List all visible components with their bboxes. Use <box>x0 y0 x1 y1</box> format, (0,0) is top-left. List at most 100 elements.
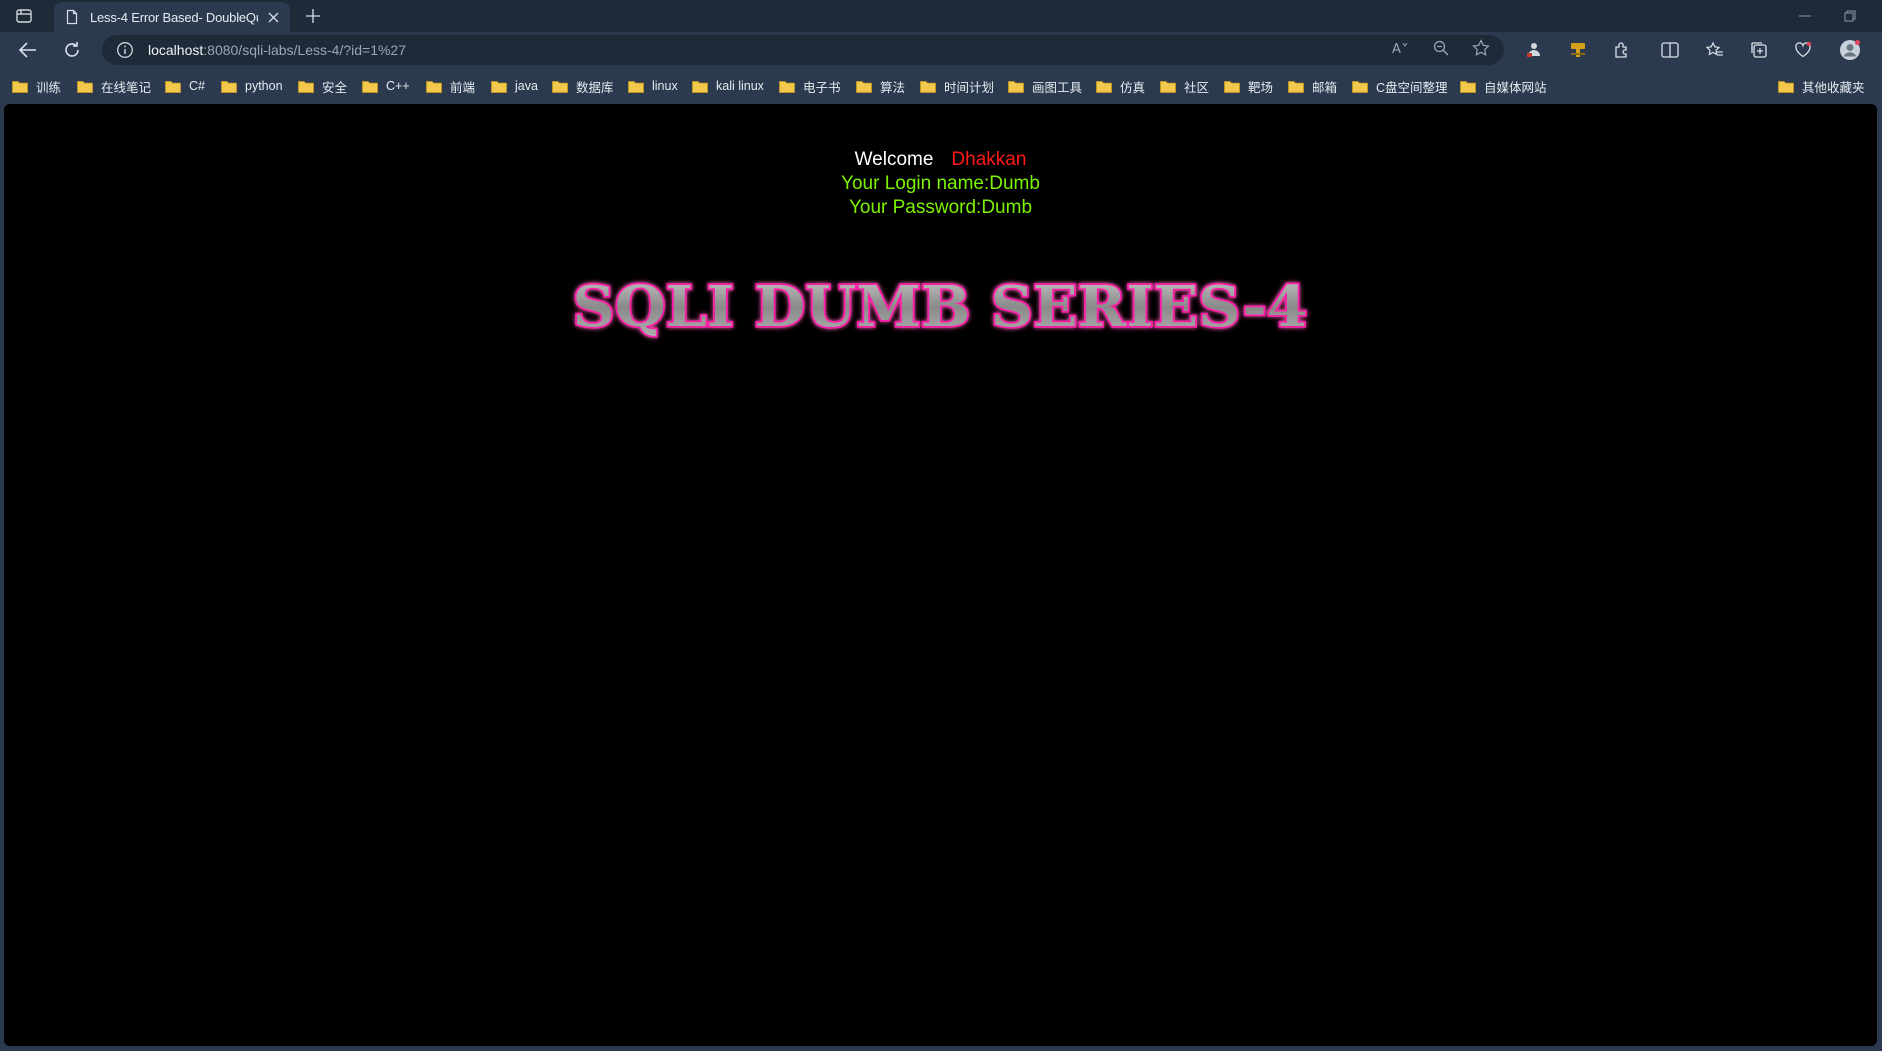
close-tab-icon[interactable] <box>264 8 282 26</box>
bookmark-label: 数据库 <box>576 80 614 95</box>
bookmark-label: 电子书 <box>803 80 841 95</box>
other-bookmarks-folder[interactable]: 其他收藏夹 <box>1778 76 1865 96</box>
favorites-icon[interactable] <box>1703 38 1727 62</box>
folder-icon <box>552 80 568 93</box>
minimize-icon[interactable] <box>1795 6 1815 26</box>
bookmark-folder[interactable]: 数据库 <box>552 76 614 96</box>
restore-icon[interactable] <box>1840 6 1860 26</box>
bookmark-label: 算法 <box>880 80 906 95</box>
folder-icon <box>1460 80 1476 93</box>
folder-icon <box>12 80 28 93</box>
bookmark-label: 邮箱 <box>1312 80 1338 95</box>
folder-icon <box>221 80 237 93</box>
tab-actions-icon[interactable] <box>14 7 34 25</box>
bookmark-folder[interactable]: 电子书 <box>779 76 841 96</box>
refresh-icon[interactable] <box>60 38 84 62</box>
bookmark-label: linux <box>652 79 678 93</box>
bookmark-folder[interactable]: 安全 <box>298 76 347 96</box>
bookmark-folder[interactable]: 训练 <box>12 76 61 96</box>
new-tab-icon[interactable] <box>302 5 324 27</box>
bookmark-label: 靶场 <box>1248 80 1274 95</box>
folder-icon <box>165 80 181 93</box>
bookmark-label: java <box>515 79 538 93</box>
folder-icon <box>1096 80 1112 93</box>
folder-icon <box>298 80 314 93</box>
bookmark-folder[interactable]: C盘空间整理 <box>1352 76 1448 96</box>
bookmark-folder[interactable]: 时间计划 <box>920 76 994 96</box>
bookmark-folder[interactable]: 自媒体网站 <box>1460 76 1547 96</box>
folder-icon <box>1778 80 1794 93</box>
zoom-icon[interactable] <box>1431 38 1451 58</box>
banner-text: SQLI DUMB SERIES-4 <box>573 274 1308 340</box>
folder-icon <box>856 80 872 93</box>
bookmark-label: 前端 <box>450 80 476 95</box>
bookmark-label: 其他收藏夹 <box>1802 80 1865 95</box>
bookmark-label: python <box>245 79 283 93</box>
extensions-icon[interactable] <box>1610 38 1634 62</box>
sqli-dumb-series-banner: SQLI DUMB SERIES-4 <box>571 272 1310 342</box>
bookmark-label: 画图工具 <box>1032 80 1083 95</box>
bookmark-folder[interactable]: kali linux <box>692 76 764 96</box>
browser-essentials-icon[interactable] <box>1791 38 1815 62</box>
page-content: Welcome Dhakkan Your Login name:Dumb Your… <box>4 148 1877 220</box>
url-path: :8080/sqli-labs/Less-4/?id=1%27 <box>203 42 407 58</box>
folder-icon <box>491 80 507 93</box>
folder-icon <box>779 80 795 93</box>
bookmark-label: 在线笔记 <box>101 80 152 95</box>
bookmark-label: 仿真 <box>1120 80 1146 95</box>
bookmark-label: 训练 <box>36 80 62 95</box>
folder-icon <box>1352 80 1368 93</box>
bookmarks-bar: 训练 在线笔记 C# python 安全 C++ 前端 java 数据库 lin… <box>0 70 1882 102</box>
bookmark-folder[interactable]: 仿真 <box>1096 76 1145 96</box>
browser-window: Less-4 Error Based- DoubleQuotes localho… <box>0 0 1882 1051</box>
bookmark-folder[interactable]: C++ <box>362 76 410 96</box>
folder-icon <box>1160 80 1176 93</box>
folder-icon <box>426 80 442 93</box>
folder-icon <box>628 80 644 93</box>
site-info-icon[interactable] <box>116 41 134 59</box>
bookmark-folder[interactable]: java <box>491 76 538 96</box>
welcome-line: Welcome Dhakkan <box>4 148 1877 172</box>
bookmark-label: 时间计划 <box>944 80 995 95</box>
folder-icon <box>1008 80 1024 93</box>
tab-title: Less-4 Error Based- DoubleQuotes <box>90 9 258 25</box>
bookmark-folder[interactable]: C# <box>165 76 205 96</box>
folder-icon <box>692 80 708 93</box>
username: Dhakkan <box>951 149 1027 170</box>
document-icon <box>64 9 80 25</box>
bookmark-folder[interactable]: 在线笔记 <box>77 76 151 96</box>
welcome-label: Welcome <box>854 149 934 170</box>
login-name-text: Your Login name:Dumb <box>841 173 1040 194</box>
folder-icon <box>362 80 378 93</box>
active-tab[interactable]: Less-4 Error Based- DoubleQuotes <box>54 2 290 32</box>
bookmark-label: kali linux <box>716 79 764 93</box>
bookmark-folder[interactable]: 靶场 <box>1224 76 1273 96</box>
bookmark-folder[interactable]: 社区 <box>1160 76 1209 96</box>
bookmark-label: C++ <box>386 79 410 93</box>
bookmark-label: 社区 <box>1184 80 1210 95</box>
svg-text:A: A <box>1392 42 1401 56</box>
split-screen-icon[interactable] <box>1658 38 1682 62</box>
back-icon[interactable] <box>16 38 40 62</box>
folder-icon <box>1224 80 1240 93</box>
bookmark-folder[interactable]: 画图工具 <box>1008 76 1082 96</box>
bookmark-folder[interactable]: 算法 <box>856 76 905 96</box>
bookmark-folder[interactable]: linux <box>628 76 678 96</box>
extension-agent-icon[interactable] <box>1522 38 1546 62</box>
address-bar[interactable]: localhost:8080/sqli-labs/Less-4/?id=1%27 <box>102 35 1504 65</box>
bookmark-folder[interactable]: python <box>221 76 283 96</box>
extension-tool-icon[interactable] <box>1566 38 1590 62</box>
toolbar: localhost:8080/sqli-labs/Less-4/?id=1%27… <box>0 32 1882 68</box>
page-viewport: Welcome Dhakkan Your Login name:Dumb Your… <box>4 104 1877 1046</box>
profile-avatar-icon[interactable] <box>1838 38 1862 62</box>
folder-icon <box>920 80 936 93</box>
folder-icon <box>1288 80 1304 93</box>
tab-strip: Less-4 Error Based- DoubleQuotes <box>0 0 1882 32</box>
bookmark-folder[interactable]: 前端 <box>426 76 475 96</box>
favorite-star-icon[interactable] <box>1471 38 1491 58</box>
collections-icon[interactable] <box>1747 38 1771 62</box>
read-aloud-icon[interactable]: A <box>1391 38 1411 58</box>
url-host: localhost <box>148 42 204 58</box>
bookmark-folder[interactable]: 邮箱 <box>1288 76 1337 96</box>
bookmark-label: C# <box>189 79 205 93</box>
